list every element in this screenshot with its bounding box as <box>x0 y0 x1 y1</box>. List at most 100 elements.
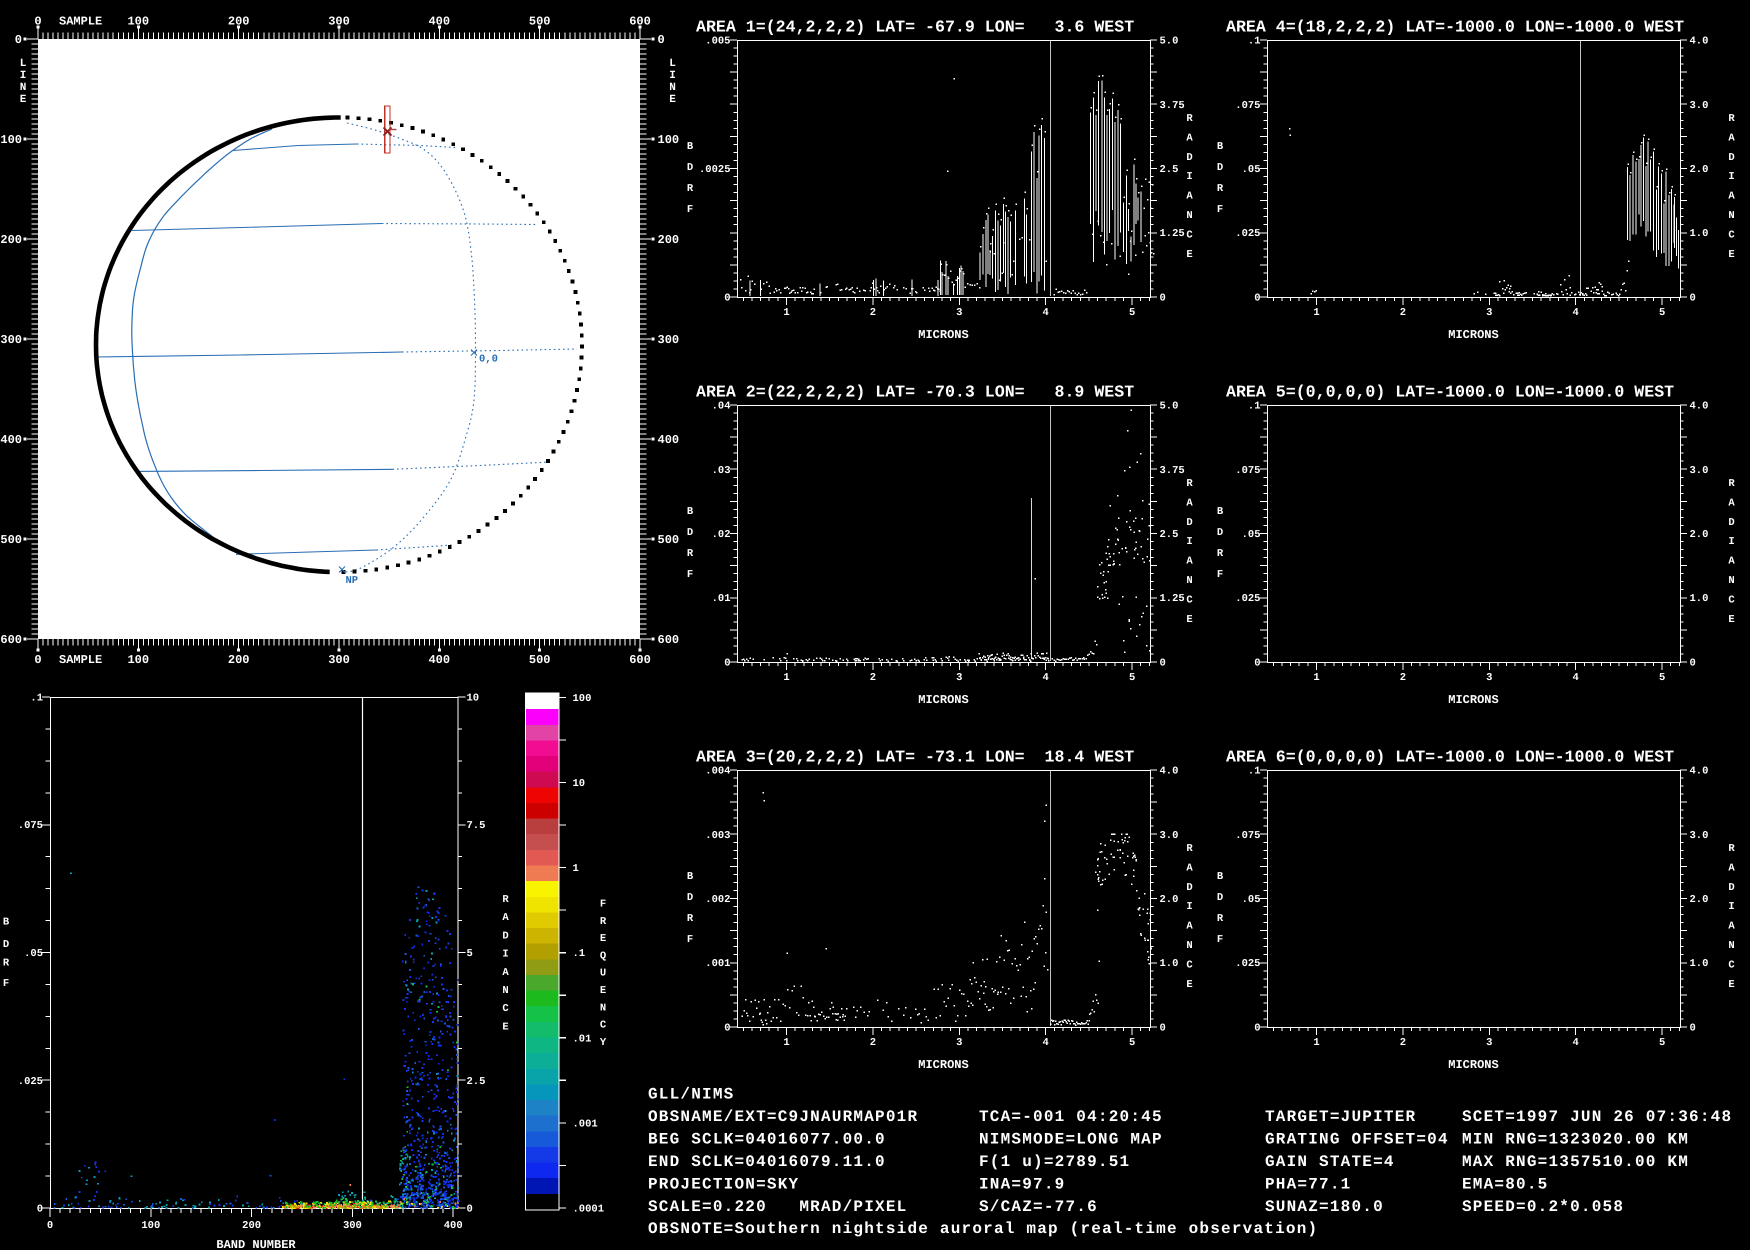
svg-text:D: D <box>687 892 693 904</box>
svg-text:0: 0 <box>1254 293 1260 305</box>
svg-text:I: I <box>20 70 27 82</box>
svg-text:0: 0 <box>1690 658 1696 670</box>
svg-text:N: N <box>1186 210 1192 222</box>
svg-text:.05: .05 <box>1242 894 1261 906</box>
svg-text:F: F <box>3 978 9 990</box>
svg-text:600: 600 <box>629 653 651 667</box>
svg-text:R: R <box>1728 843 1735 855</box>
svg-text:L: L <box>669 58 676 70</box>
svg-text:S/CAZ=-77.6: S/CAZ=-77.6 <box>979 1198 1098 1216</box>
svg-text:EMA=80.5: EMA=80.5 <box>1462 1175 1549 1193</box>
svg-text:3.0: 3.0 <box>1690 465 1709 477</box>
svg-text:.1: .1 <box>573 948 586 960</box>
svg-text:R: R <box>687 913 694 925</box>
svg-text:0: 0 <box>1690 1023 1696 1035</box>
svg-text:4.0: 4.0 <box>1160 766 1179 778</box>
svg-text:0: 0 <box>34 653 41 667</box>
svg-text:INA=97.9: INA=97.9 <box>979 1175 1066 1193</box>
svg-text:NIMSMODE=LONG MAP: NIMSMODE=LONG MAP <box>979 1130 1163 1148</box>
svg-text:R: R <box>1186 478 1193 490</box>
svg-text:2.0: 2.0 <box>1690 164 1709 176</box>
svg-text:GRATING OFFSET=04: GRATING OFFSET=04 <box>1265 1130 1449 1148</box>
svg-text:5.0: 5.0 <box>1160 401 1179 413</box>
svg-text:.1: .1 <box>30 693 43 705</box>
svg-text:.0001: .0001 <box>573 1204 605 1216</box>
svg-text:4: 4 <box>1573 1037 1579 1049</box>
svg-text:7.5: 7.5 <box>467 820 486 832</box>
svg-text:100: 100 <box>0 133 22 147</box>
svg-text:GLL/NIMS: GLL/NIMS <box>648 1086 735 1104</box>
svg-text:2.5: 2.5 <box>467 1076 486 1088</box>
svg-text:F: F <box>1217 934 1223 946</box>
svg-text:C: C <box>1728 594 1735 606</box>
svg-text:E: E <box>600 985 606 997</box>
svg-text:A: A <box>1728 132 1735 144</box>
svg-text:E: E <box>1186 614 1192 626</box>
svg-text:.004: .004 <box>705 766 730 778</box>
svg-text:E: E <box>20 94 27 106</box>
svg-text:400: 400 <box>428 15 450 29</box>
svg-text:N: N <box>1186 940 1192 952</box>
svg-text:3: 3 <box>956 672 962 684</box>
svg-text:A: A <box>1728 862 1735 874</box>
svg-text:.0025: .0025 <box>699 164 731 176</box>
svg-text:0: 0 <box>34 15 41 29</box>
svg-text:I: I <box>1728 901 1734 913</box>
svg-text:D: D <box>1186 152 1192 164</box>
svg-text:N: N <box>669 82 676 94</box>
svg-text:3: 3 <box>956 1037 962 1049</box>
svg-text:4: 4 <box>1043 672 1049 684</box>
svg-text:.001: .001 <box>573 1118 598 1130</box>
svg-text:Q: Q <box>600 950 606 962</box>
svg-text:.075: .075 <box>1235 830 1260 842</box>
svg-text:.025: .025 <box>1235 958 1260 970</box>
svg-text:0: 0 <box>724 293 730 305</box>
svg-text:D: D <box>687 162 693 174</box>
svg-text:AREA 4=(18,2,2,2) LAT=-1000.0: AREA 4=(18,2,2,2) LAT=-1000.0 LON=-1000.… <box>1226 18 1684 37</box>
svg-text:SUNAZ=180.0: SUNAZ=180.0 <box>1265 1198 1384 1216</box>
svg-text:5: 5 <box>467 948 473 960</box>
svg-text:GAIN STATE=4: GAIN STATE=4 <box>1265 1153 1395 1171</box>
svg-text:0: 0 <box>1160 293 1166 305</box>
svg-text:5: 5 <box>1659 307 1665 319</box>
svg-text:4.0: 4.0 <box>1690 401 1709 413</box>
svg-text:.075: .075 <box>1235 465 1260 477</box>
svg-text:2: 2 <box>1400 307 1406 319</box>
svg-text:SPEED=0.2*0.058: SPEED=0.2*0.058 <box>1462 1198 1624 1216</box>
svg-text:E: E <box>1728 979 1734 991</box>
svg-text:TCA=-001 04:20:45: TCA=-001 04:20:45 <box>979 1108 1163 1126</box>
svg-text:B: B <box>1217 506 1224 518</box>
svg-text:Y: Y <box>600 1037 607 1049</box>
svg-text:3: 3 <box>956 307 962 319</box>
svg-text:I: I <box>502 949 508 961</box>
svg-text:500: 500 <box>0 533 22 547</box>
svg-text:MICRONS: MICRONS <box>918 328 968 342</box>
svg-text:10: 10 <box>573 778 586 790</box>
svg-text:4: 4 <box>1573 307 1579 319</box>
svg-text:MICRONS: MICRONS <box>1448 328 1498 342</box>
svg-text:.04: .04 <box>712 401 731 413</box>
svg-text:.025: .025 <box>18 1076 43 1088</box>
svg-text:I: I <box>1186 536 1192 548</box>
svg-text:0: 0 <box>467 1204 473 1216</box>
svg-text:5.0: 5.0 <box>1160 36 1179 48</box>
svg-text:D: D <box>1217 162 1223 174</box>
svg-text:MICRONS: MICRONS <box>1448 693 1498 707</box>
svg-text:1.25: 1.25 <box>1160 593 1185 605</box>
svg-text:I: I <box>669 70 676 82</box>
svg-text:AREA 6=(0,0,0,0) LAT=-1000.0 L: AREA 6=(0,0,0,0) LAT=-1000.0 LON=-1000.0… <box>1226 748 1674 767</box>
svg-text:D: D <box>3 939 9 951</box>
svg-text:.003: .003 <box>705 830 730 842</box>
svg-text:C: C <box>1186 594 1193 606</box>
svg-text:.01: .01 <box>712 593 731 605</box>
svg-text:R: R <box>502 894 509 906</box>
svg-text:4: 4 <box>1043 307 1049 319</box>
svg-text:D: D <box>687 527 693 539</box>
svg-text:200: 200 <box>658 233 680 247</box>
svg-text:.05: .05 <box>1242 529 1261 541</box>
svg-text:F: F <box>687 204 693 216</box>
svg-text:N: N <box>20 82 27 94</box>
svg-text:AREA 1=(24,2,2,2) LAT= -67.9 L: AREA 1=(24,2,2,2) LAT= -67.9 LON= 3.6 WE… <box>696 18 1134 37</box>
svg-text:A: A <box>1186 921 1193 933</box>
svg-text:.1: .1 <box>1248 401 1261 413</box>
